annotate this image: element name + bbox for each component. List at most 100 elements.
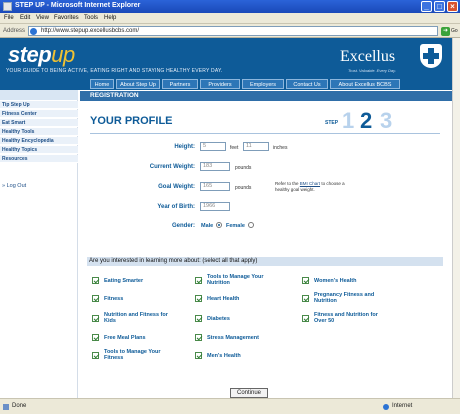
sidebar-item-healthy-tools[interactable]: Healthy Tools: [0, 128, 78, 136]
tab-contact-us[interactable]: Contact Us: [286, 79, 328, 89]
stepup-logo[interactable]: stepup: [8, 42, 75, 68]
menu-favorites[interactable]: Favorites: [54, 15, 79, 21]
current-weight-label: Current Weight:: [149, 164, 195, 170]
birth-year-input[interactable]: 1966: [200, 202, 230, 211]
gender-male-label: Male: [201, 223, 214, 229]
menu-help[interactable]: Help: [104, 15, 116, 21]
window-title: STEP UP - Microsoft Internet Explorer: [15, 2, 141, 9]
menu-file[interactable]: File: [4, 15, 14, 21]
menu-bar: File Edit View Favorites Tools Help: [0, 13, 460, 24]
interest-label: Men's Health: [207, 353, 241, 359]
globe-icon: [383, 404, 389, 410]
feet-unit: feet: [230, 145, 239, 151]
interest-checkbox[interactable]: [92, 277, 99, 284]
interest-label: Tools to Manage Your Nutrition: [207, 274, 264, 286]
tab-partners[interactable]: Partners: [162, 79, 198, 89]
maximize-button[interactable]: □: [434, 1, 445, 12]
sidebar-header: [0, 90, 78, 100]
tab-providers[interactable]: Providers: [200, 79, 240, 89]
interests-prompt: Are you interested in learning more abou…: [87, 257, 443, 266]
logout-link[interactable]: » Log Out: [2, 183, 26, 189]
go-arrow-icon[interactable]: ➜: [441, 27, 450, 36]
go-button[interactable]: Go: [451, 28, 458, 34]
bmi-chart-link[interactable]: BMI Chart: [300, 181, 320, 186]
divider: [90, 133, 440, 134]
minimize-button[interactable]: _: [421, 1, 432, 12]
close-button[interactable]: ×: [447, 1, 458, 12]
current-weight-unit: pounds: [235, 165, 252, 171]
interest-label: Fitness and Nutrition for Over 50: [314, 312, 378, 324]
brand-tagline: Trust. Valuable. Every Day.: [348, 68, 396, 73]
step-2: 2: [360, 108, 373, 133]
web-page: stepup YOUR GUIDE TO BEING ACTIVE, EATIN…: [0, 38, 452, 398]
vertical-scrollbar[interactable]: [452, 38, 460, 398]
height-inches-input[interactable]: 11: [243, 142, 269, 151]
sidebar-item-healthy-topics[interactable]: Healthy Topics: [0, 146, 78, 154]
interest-label: Diabetes: [207, 316, 230, 322]
status-text: Done: [12, 403, 27, 409]
page-status-icon: [3, 404, 9, 410]
goal-weight-input[interactable]: 165: [200, 182, 230, 191]
menu-tools[interactable]: Tools: [84, 15, 98, 21]
cross-shield-icon: [420, 44, 442, 68]
interest-label: Fitness: [104, 296, 124, 302]
menu-view[interactable]: View: [36, 15, 49, 21]
goal-weight-unit: pounds: [235, 185, 252, 191]
gender-female-radio[interactable]: [248, 222, 254, 228]
interest-checkbox[interactable]: [302, 315, 309, 322]
height-feet-input[interactable]: 5: [200, 142, 226, 151]
tab-employers[interactable]: Employers: [242, 79, 284, 89]
tab-about-step-up[interactable]: About Step Up: [116, 79, 160, 89]
interest-label: Nutrition and Fitness for Kids: [104, 312, 168, 324]
site-tagline: YOUR GUIDE TO BEING ACTIVE, EATING RIGHT…: [6, 68, 223, 74]
address-input[interactable]: http://www.stepup.excellusbcbs.com/: [28, 26, 438, 36]
sidebar-item-tip-step-up[interactable]: Tip Step Up: [0, 101, 78, 109]
page-icon: [30, 28, 37, 35]
interest-checkbox[interactable]: [92, 334, 99, 341]
height-label: Height:: [174, 144, 195, 150]
interest-checkbox[interactable]: [195, 315, 202, 322]
interest-label: Free Meal Plans: [104, 335, 146, 341]
interest-checkbox[interactable]: [302, 277, 309, 284]
top-nav: Home About Step Up Partners Providers Em…: [90, 78, 452, 90]
sidebar: Tip Step Up Fitness Center Eat Smart Hea…: [0, 90, 78, 398]
interest-label: Eating Smarter: [104, 278, 144, 284]
inches-unit: inches: [273, 145, 288, 151]
excellus-logo[interactable]: Excellus: [340, 48, 395, 66]
tab-home[interactable]: Home: [90, 79, 114, 89]
interest-checkbox[interactable]: [92, 352, 99, 359]
interest-checkbox[interactable]: [195, 334, 202, 341]
goal-weight-label: Goal Weight:: [158, 184, 195, 190]
current-weight-input[interactable]: 183: [200, 162, 230, 171]
interest-label: Heart Health: [207, 296, 240, 302]
interest-label: Tools to Manage Your Fitness: [104, 349, 161, 361]
browser-icon: [3, 2, 12, 11]
menu-edit[interactable]: Edit: [20, 15, 30, 21]
gender-female-label: Female: [226, 223, 245, 229]
sidebar-item-eat-smart[interactable]: Eat Smart: [0, 119, 78, 127]
interest-label: Pregnancy Fitness and Nutrition: [314, 292, 375, 304]
sidebar-item-healthy-encyclopedia[interactable]: Healthy Encyclopedia: [0, 137, 78, 145]
interest-checkbox[interactable]: [195, 277, 202, 284]
security-zone: Internet: [392, 403, 413, 409]
step-1: 1: [342, 108, 355, 133]
step-3: 3: [380, 108, 393, 133]
gender-male-radio[interactable]: [216, 222, 222, 228]
interest-checkbox[interactable]: [92, 295, 99, 302]
interest-checkbox[interactable]: [302, 295, 309, 302]
gender-label: Gender:: [171, 223, 195, 229]
birth-year-label: Year of Birth:: [157, 204, 195, 210]
sidebar-item-resources[interactable]: Resources: [0, 155, 78, 163]
registration-header: REGISTRATION: [80, 91, 452, 101]
continue-button[interactable]: Continue: [230, 388, 268, 398]
sidebar-item-fitness-center[interactable]: Fitness Center: [0, 110, 78, 118]
status-bar: Done Internet: [0, 398, 460, 414]
interest-checkbox[interactable]: [195, 295, 202, 302]
page-title: YOUR PROFILE: [90, 115, 173, 127]
interest-label: Women's Health: [314, 278, 357, 284]
interest-checkbox[interactable]: [92, 315, 99, 322]
address-label: Address: [3, 28, 26, 34]
interest-label: Stress Management: [207, 335, 259, 341]
tab-about-excellus[interactable]: About Excellus BCBS: [330, 79, 400, 89]
interest-checkbox[interactable]: [195, 352, 202, 359]
